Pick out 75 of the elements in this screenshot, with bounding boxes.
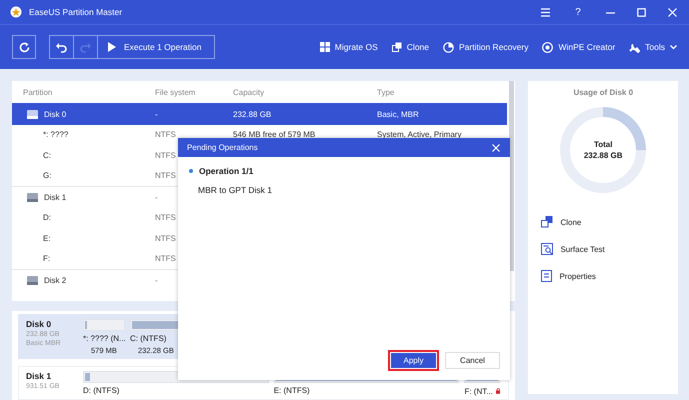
table-cell-text: NTFS (155, 234, 177, 243)
table-cell: Disk 1 (44, 192, 66, 202)
column-header: File system (155, 88, 196, 96)
column-header: Type (377, 88, 396, 96)
window-title: EaseUS Partition Master (29, 7, 124, 17)
menu-icon (541, 8, 550, 16)
table-cell-text: NTFS (155, 130, 177, 140)
help-button[interactable]: ? (572, 6, 584, 18)
pie-circle-icon (443, 42, 454, 52)
table-cell: *: ???? (43, 130, 68, 140)
operation-detail: MBR to GPT Disk 1 (197, 185, 273, 195)
partition-label: E: (NTFS) (274, 386, 310, 395)
hard-drive-icon (27, 274, 38, 286)
copy-squares-icon (541, 216, 554, 228)
cancel-button[interactable]: Cancel (445, 352, 500, 369)
table-cell-text: NTFS (155, 254, 177, 264)
play-icon (108, 42, 116, 52)
total-label: Total (594, 140, 612, 149)
table-cell-text: System, Active, Primary (377, 130, 462, 140)
close-icon (492, 144, 500, 152)
table-cell-text: Basic, MBR (377, 110, 420, 119)
table-cell-text: - (155, 192, 159, 202)
panel-title: Usage of Disk 0 (572, 88, 634, 97)
table-cell-text: NTFS (155, 150, 177, 160)
apply-button[interactable]: Apply (388, 350, 439, 371)
wrench-icon (629, 42, 640, 52)
partition-label: *: ???? (N... (83, 334, 126, 343)
selected-row-highlight[interactable]: Disk 0 - 232.88 GB Basic, MBR (12, 103, 508, 124)
caret-icon (670, 44, 677, 50)
table-cell: E: (43, 234, 51, 243)
column-header: Partition (23, 88, 54, 96)
disc-icon (542, 42, 554, 52)
document-lines-icon (541, 270, 552, 282)
hard-drive-icon (27, 192, 38, 203)
table-cell: D: (43, 213, 51, 222)
partition-bar[interactable] (83, 319, 125, 331)
windows-grid-icon (320, 42, 330, 52)
partition-label: C: (NTFS) (130, 334, 166, 343)
operation-heading: Operation 1/1 (199, 166, 254, 176)
column-header: Capacity (233, 88, 266, 96)
table-cell-text: - (155, 276, 159, 285)
app-logo-icon (10, 6, 22, 18)
side-action-link[interactable]: Properties (541, 270, 596, 282)
dialog-title: Pending Operations (187, 143, 259, 152)
table-cell: C: (43, 150, 51, 160)
copy-squares-icon (392, 42, 402, 52)
bullet-dot (189, 169, 193, 173)
toolbar-button[interactable]: WinPE Creator (542, 42, 616, 52)
toolbar-button[interactable]: Migrate OS (320, 42, 378, 52)
total-value: 232.88 GB (584, 151, 623, 160)
refresh-icon (18, 42, 30, 52)
redo-arrow-icon (80, 42, 91, 52)
undo-arrow-icon (56, 42, 67, 52)
toolbar-button[interactable]: Partition Recovery (443, 42, 528, 52)
maximize-icon (637, 8, 646, 16)
table-cell-text: 546 MB free of 579 MB (233, 130, 316, 140)
refresh-button[interactable] (12, 35, 36, 59)
table-cell: G: (43, 171, 52, 180)
toolbar-button[interactable]: Clone (392, 42, 430, 52)
close-icon (668, 8, 677, 16)
side-action-link[interactable]: Clone (541, 216, 582, 228)
table-cell: Disk 2 (44, 276, 66, 285)
hard-drive-icon (27, 108, 38, 120)
table-cell-text: NTFS (155, 213, 177, 222)
partition-label: D: (NTFS) (83, 386, 120, 395)
side-action-link[interactable]: Surface Test (541, 243, 605, 255)
table-cell: F: (43, 254, 50, 264)
table-cell-text: 232.88 GB (233, 110, 272, 119)
table-cell-text: - (155, 110, 159, 119)
table-cell: Disk 0 (44, 110, 66, 119)
disk-name: Disk 0 (26, 319, 52, 329)
tools-menu-button[interactable]: Tools (629, 42, 677, 52)
disk-name: Disk 1 (26, 371, 52, 381)
magnifier-square-icon (541, 243, 554, 255)
partition-label: F: (NT... (464, 386, 493, 396)
